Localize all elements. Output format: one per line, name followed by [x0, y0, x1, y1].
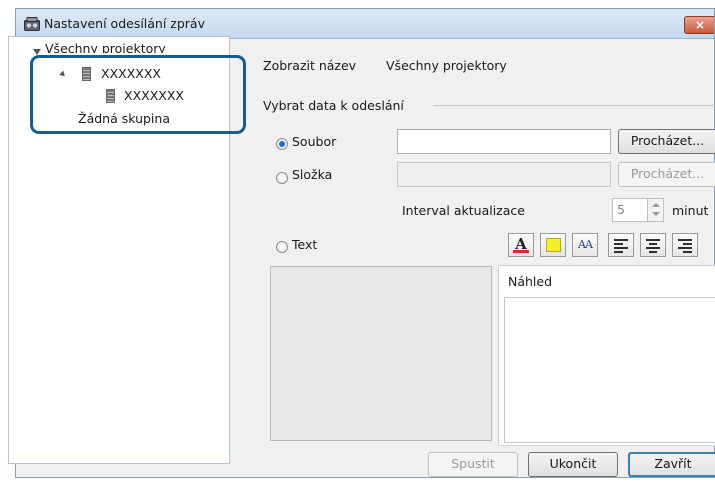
- close-icon: ×: [695, 18, 706, 32]
- background-color-icon: [546, 238, 561, 252]
- show-name-value: Všechny projektory: [386, 58, 507, 73]
- highlight-callout: [30, 55, 246, 134]
- file-radio-label: Soubor: [292, 134, 337, 149]
- spin-up-icon[interactable]: [652, 203, 660, 207]
- tree-item-label: Všechny projektory: [45, 41, 166, 53]
- align-right-button[interactable]: [672, 233, 698, 257]
- show-name-label: Zobrazit název: [263, 58, 357, 73]
- font-size-button[interactable]: AA: [572, 233, 598, 257]
- start-button[interactable]: Spustit: [428, 452, 518, 477]
- file-browse-button[interactable]: Procházet...: [618, 129, 715, 154]
- data-group-title: Vybrat data k odeslání: [263, 98, 404, 113]
- folder-path-input[interactable]: [397, 162, 611, 187]
- align-right-icon: [678, 239, 692, 255]
- text-radio-label: Text: [292, 237, 318, 252]
- spin-down-icon[interactable]: [652, 212, 660, 216]
- projector-network-icon: [24, 17, 40, 31]
- preview-label: Náhled: [508, 274, 553, 289]
- interval-value: 5: [617, 202, 625, 217]
- tree-item-all-projectors[interactable]: Všechny projektory: [45, 41, 166, 53]
- folder-browse-button[interactable]: Procházet...: [618, 162, 715, 187]
- font-size-icon: AA: [578, 238, 593, 251]
- preview-area: [504, 297, 715, 443]
- message-text-area[interactable]: [270, 266, 492, 441]
- text-radio[interactable]: [276, 241, 288, 253]
- file-path-input[interactable]: [397, 129, 611, 154]
- stop-button[interactable]: Ukončit: [528, 452, 618, 477]
- background-color-button[interactable]: [540, 233, 566, 257]
- interval-label: Interval aktualizace: [402, 203, 525, 218]
- group-divider: [433, 105, 715, 106]
- align-left-icon: [614, 239, 628, 255]
- align-left-button[interactable]: [608, 233, 634, 257]
- title-bar: Nastavení odesílání zpráv ×: [16, 9, 714, 39]
- align-center-button[interactable]: [640, 233, 666, 257]
- interval-unit: minut: [672, 203, 709, 218]
- file-radio[interactable]: [276, 138, 288, 150]
- folder-radio[interactable]: [276, 172, 288, 184]
- font-color-swatch: [513, 250, 529, 253]
- folder-radio-label: Složka: [292, 167, 333, 182]
- spinner-arrows[interactable]: [647, 199, 663, 221]
- close-window-button[interactable]: ×: [684, 16, 714, 34]
- interval-spinner[interactable]: 5: [612, 198, 664, 222]
- align-center-icon: [646, 239, 660, 255]
- close-button[interactable]: Zavřít: [628, 452, 715, 477]
- font-color-button[interactable]: A: [508, 233, 534, 257]
- window-title: Nastavení odesílání zpráv: [44, 16, 205, 31]
